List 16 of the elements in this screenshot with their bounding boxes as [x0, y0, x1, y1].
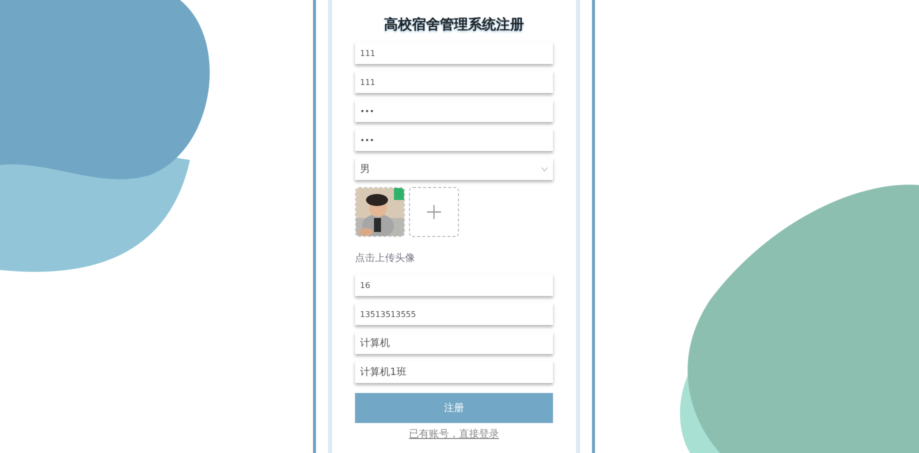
upload-hint: 点击上传头像	[355, 252, 416, 266]
input-field[interactable]: 计算机	[355, 332, 553, 354]
input-field[interactable]: 13513513555	[355, 303, 553, 325]
login-link[interactable]: 已有账号，直接登录	[409, 427, 499, 442]
input-field[interactable]: 111	[355, 42, 553, 64]
input-field[interactable]: 16	[355, 274, 553, 296]
input-field[interactable]: 111	[355, 71, 553, 93]
select-value: 男	[360, 162, 370, 176]
plus-icon	[427, 205, 441, 219]
input-field[interactable]: 计算机1班	[355, 361, 553, 383]
chevron-down-icon	[541, 166, 548, 172]
input-field[interactable]: •••	[355, 100, 553, 122]
page-title: 高校宿舍管理系统注册	[384, 16, 524, 35]
upload-button[interactable]	[409, 187, 459, 237]
input-field[interactable]: •••	[355, 129, 553, 151]
gender-select[interactable]: 男	[355, 158, 553, 180]
